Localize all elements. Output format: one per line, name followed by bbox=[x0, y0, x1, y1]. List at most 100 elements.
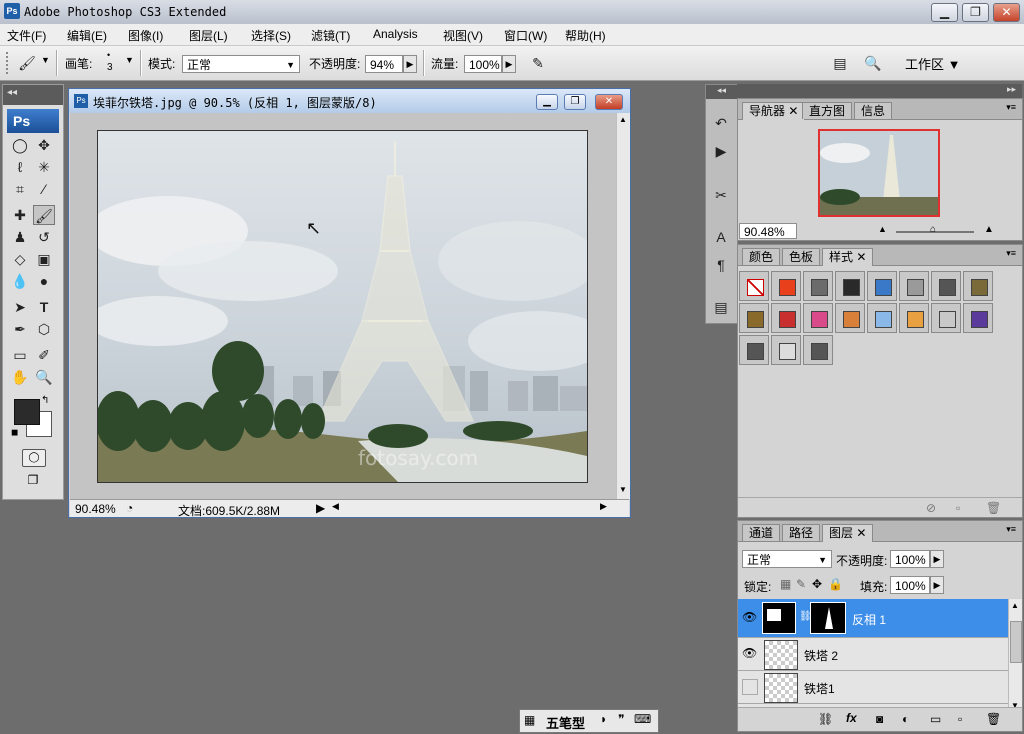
pen-icon[interactable]: ✒ bbox=[9, 319, 31, 339]
close-button[interactable]: ✕ bbox=[993, 3, 1020, 22]
adjustment-layer-icon[interactable]: ◐ bbox=[902, 712, 909, 726]
vertical-scrollbar[interactable]: ▲ ▼ bbox=[616, 113, 630, 499]
lock-pixels-icon[interactable]: ✎ bbox=[796, 577, 806, 591]
tab-navigator[interactable]: 导航器 ✕ bbox=[742, 102, 806, 120]
quick-mask-icon[interactable]: ◯ bbox=[22, 449, 46, 467]
marquee-icon[interactable]: ◯ bbox=[9, 135, 31, 155]
style-swatch[interactable] bbox=[771, 271, 801, 301]
expand-icon[interactable]: ▸▸ bbox=[1007, 84, 1016, 95]
notes-icon[interactable]: ▭ bbox=[9, 345, 31, 365]
character-panel-icon[interactable]: A bbox=[710, 227, 732, 247]
history-brush-icon[interactable]: ↺ bbox=[33, 227, 55, 247]
dodge-icon[interactable]: ● bbox=[33, 271, 55, 291]
style-swatch[interactable] bbox=[739, 335, 769, 365]
brush-icon[interactable]: 🖌 bbox=[33, 205, 55, 225]
style-swatch[interactable] bbox=[771, 303, 801, 333]
path-select-icon[interactable]: ➤ bbox=[9, 297, 31, 317]
brush-dropdown-arrow-icon[interactable]: ▼ bbox=[125, 55, 134, 65]
layer-name[interactable]: 反相 1 bbox=[852, 611, 886, 628]
style-swatch[interactable] bbox=[803, 335, 833, 365]
panel-menu-icon[interactable]: ▾≡ bbox=[1006, 524, 1016, 535]
menu-file[interactable]: 文件(F) bbox=[7, 27, 46, 44]
style-swatch[interactable] bbox=[931, 271, 961, 301]
doc-minimize-button[interactable]: ▁ bbox=[536, 94, 558, 110]
visibility-toggle[interactable] bbox=[742, 679, 758, 695]
restore-button[interactable]: ❐ bbox=[962, 3, 989, 22]
menu-layer[interactable]: 图层(L) bbox=[189, 27, 228, 44]
add-mask-icon[interactable]: ◙ bbox=[876, 712, 883, 726]
menu-help[interactable]: 帮助(H) bbox=[565, 27, 606, 44]
mode-select[interactable]: 正常 ▼ bbox=[182, 55, 300, 73]
menu-edit[interactable]: 编辑(E) bbox=[67, 27, 107, 44]
workspace-menu[interactable]: 工作区 ▼ bbox=[905, 54, 960, 73]
default-colors-icon[interactable]: ◼ bbox=[11, 427, 18, 438]
style-swatch[interactable] bbox=[963, 271, 993, 301]
document-title-bar[interactable]: Ps 埃菲尔铁塔.jpg @ 90.5% (反相 1, 图层蒙版/8) ▁ ❐ … bbox=[69, 89, 630, 113]
tab-color[interactable]: 颜色 bbox=[742, 248, 781, 265]
magic-wand-icon[interactable]: ✳ bbox=[33, 157, 55, 177]
layer-opacity-input[interactable]: 100% bbox=[890, 550, 930, 568]
style-swatch[interactable] bbox=[835, 271, 865, 301]
zoom-in-icon[interactable]: ▲ bbox=[984, 224, 994, 235]
style-swatch[interactable] bbox=[899, 271, 929, 301]
paragraph-panel-icon[interactable]: ¶ bbox=[710, 255, 732, 275]
menu-filter[interactable]: 滤镜(T) bbox=[311, 27, 350, 44]
blur-icon[interactable]: 💧 bbox=[9, 271, 31, 291]
menu-view[interactable]: 视图(V) bbox=[443, 27, 483, 44]
style-swatch[interactable] bbox=[867, 303, 897, 333]
swap-colors-icon[interactable]: ↰ bbox=[41, 395, 49, 406]
status-arrow-icon[interactable]: ▶ bbox=[316, 501, 325, 515]
eye-icon[interactable]: 👁 bbox=[742, 610, 757, 624]
dock-collapse-icon[interactable]: ◂◂ bbox=[706, 85, 737, 99]
panel-menu-icon[interactable]: ▾≡ bbox=[1006, 102, 1016, 113]
tab-layers[interactable]: 图层 ✕ bbox=[822, 524, 874, 542]
style-swatch[interactable] bbox=[803, 271, 833, 301]
scroll-down-icon[interactable]: ▼ bbox=[619, 485, 627, 494]
eiffel-tower-photo[interactable]: fotosay.com bbox=[97, 130, 588, 483]
layer-name[interactable]: 铁塔1 bbox=[804, 680, 835, 697]
file-browser-icon[interactable]: 🔍 bbox=[862, 53, 884, 73]
lock-all-icon[interactable]: 🔒 bbox=[828, 577, 843, 591]
lock-transparency-icon[interactable]: ▦ bbox=[780, 577, 791, 591]
options-grip[interactable] bbox=[6, 52, 16, 74]
style-swatch[interactable] bbox=[931, 303, 961, 333]
new-group-icon[interactable]: ▭ bbox=[930, 712, 941, 726]
layer-row[interactable]: 铁塔1 bbox=[738, 671, 1008, 704]
style-swatch[interactable] bbox=[771, 335, 801, 365]
link-layers-icon[interactable]: ⛓ bbox=[818, 712, 833, 726]
style-swatch[interactable] bbox=[739, 303, 769, 333]
new-style-icon[interactable]: ▫ bbox=[956, 501, 960, 515]
zoom-slider-thumb[interactable]: ⌂ bbox=[930, 224, 936, 235]
preset-dropdown-arrow-icon[interactable]: ▼ bbox=[41, 55, 50, 65]
brush-preset-icon[interactable]: 🖌 bbox=[16, 53, 38, 73]
shape-icon[interactable]: ⬡ bbox=[33, 319, 55, 339]
layers-scrollbar[interactable]: ▲ ▼ bbox=[1008, 599, 1022, 715]
lock-position-icon[interactable]: ✥ bbox=[812, 577, 822, 591]
screen-mode-icon[interactable]: ❐ bbox=[22, 473, 44, 489]
lasso-icon[interactable]: ℓ bbox=[9, 157, 31, 177]
actions-panel-icon[interactable]: ▶ bbox=[710, 141, 732, 161]
flow-slider-arrow-icon[interactable]: ▶ bbox=[502, 55, 516, 73]
gradient-icon[interactable]: ▣ bbox=[33, 249, 55, 269]
menu-select[interactable]: 选择(S) bbox=[251, 27, 291, 44]
fill-input[interactable]: 100% bbox=[890, 576, 930, 594]
navigator-zoom-input[interactable]: 90.48% bbox=[739, 223, 797, 239]
layer-row[interactable]: 👁 ⛓ 反相 1 bbox=[738, 599, 1008, 638]
eye-icon[interactable]: 👁 bbox=[742, 646, 757, 660]
minimize-button[interactable]: ▁ bbox=[931, 3, 958, 22]
tab-channels[interactable]: 通道 bbox=[742, 524, 781, 541]
layer-name[interactable]: 铁塔 2 bbox=[804, 647, 838, 664]
history-panel-icon[interactable]: ↶ bbox=[710, 113, 732, 133]
ps-logo[interactable]: Ps bbox=[7, 109, 59, 133]
clear-style-icon[interactable]: ⊘ bbox=[926, 501, 936, 515]
layer-comps-icon[interactable]: ▤ bbox=[710, 297, 732, 317]
tab-histogram[interactable]: 直方图 bbox=[802, 102, 853, 119]
foreground-color-swatch[interactable] bbox=[14, 399, 40, 425]
zoom-icon[interactable]: 🔍 bbox=[33, 367, 55, 387]
crop-icon[interactable]: ⌗ bbox=[9, 179, 31, 199]
zoom-level[interactable]: 90.48% bbox=[75, 502, 116, 516]
style-swatch[interactable] bbox=[867, 271, 897, 301]
tab-paths[interactable]: 路径 bbox=[782, 524, 821, 541]
zoom-out-icon[interactable]: ▲ bbox=[878, 224, 887, 234]
style-swatch[interactable] bbox=[963, 303, 993, 333]
